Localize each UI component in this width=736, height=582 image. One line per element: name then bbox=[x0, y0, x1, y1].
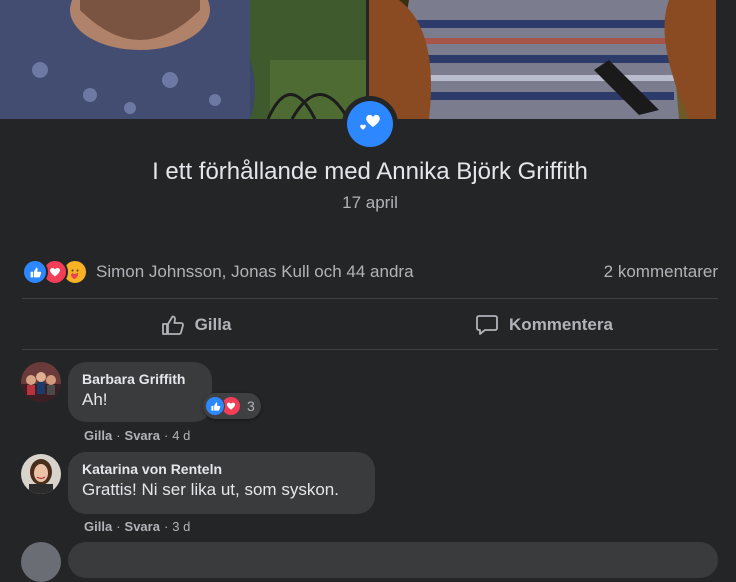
woman-photo bbox=[369, 0, 716, 119]
comment-button[interactable]: Kommentera bbox=[370, 300, 718, 349]
profile-photo-right[interactable] bbox=[369, 0, 716, 119]
comment-bubble: Barbara Griffith Ah! bbox=[68, 362, 212, 422]
comment-like-link[interactable]: Gilla bbox=[84, 519, 112, 534]
comment-reactions[interactable]: 3 bbox=[203, 393, 261, 419]
avatar-barbara bbox=[21, 362, 61, 402]
like-button-label: Gilla bbox=[194, 314, 232, 334]
comment-input[interactable] bbox=[68, 542, 718, 578]
divider-top bbox=[22, 298, 718, 299]
comment-time[interactable]: 4 d bbox=[172, 428, 190, 443]
comment-reaction-count: 3 bbox=[247, 398, 255, 414]
comment-text: Grattis! Ni ser lika ut, som syskon. bbox=[82, 480, 339, 499]
separator-dot: · bbox=[163, 428, 169, 443]
reaction-icons[interactable]: Simon Johnsson, Jonas Kull och 44 andra bbox=[22, 259, 414, 285]
comment-time[interactable]: 3 d bbox=[172, 519, 190, 534]
comment-meta: Gilla · Svara · 4 d bbox=[84, 428, 190, 443]
comment-reply-link[interactable]: Svara bbox=[125, 428, 160, 443]
comment-reply-link[interactable]: Svara bbox=[125, 519, 160, 534]
relationship-date[interactable]: 17 april bbox=[0, 193, 736, 213]
comment-button-label: Kommentera bbox=[509, 314, 613, 334]
comment-bubble: Katarina von Renteln Grattis! Ni ser lik… bbox=[68, 452, 375, 514]
avatar[interactable] bbox=[21, 454, 61, 494]
reaction-names[interactable]: Simon Johnsson, Jonas Kull och 44 andra bbox=[96, 262, 414, 282]
avatar[interactable] bbox=[21, 542, 61, 582]
relationship-title[interactable]: I ett förhållande med Annika Björk Griff… bbox=[0, 158, 736, 186]
reactions-summary: Simon Johnsson, Jonas Kull och 44 andra … bbox=[22, 258, 718, 286]
comment-like-link[interactable]: Gilla bbox=[84, 428, 112, 443]
avatar[interactable] bbox=[21, 362, 61, 402]
separator-dot: · bbox=[116, 428, 121, 443]
separator-dot: · bbox=[163, 519, 169, 534]
divider-bottom bbox=[22, 349, 718, 350]
like-icon bbox=[22, 259, 48, 285]
like-button[interactable]: Gilla bbox=[22, 300, 370, 349]
comment-bubble-icon bbox=[476, 314, 498, 335]
comment-text: Ah! bbox=[82, 390, 108, 409]
comment-count-link[interactable]: 2 kommentarer bbox=[604, 262, 718, 282]
like-icon bbox=[205, 396, 225, 416]
relationship-badge bbox=[342, 96, 398, 152]
separator-dot: · bbox=[116, 519, 121, 534]
man-photo bbox=[0, 0, 366, 119]
comment-author[interactable]: Barbara Griffith bbox=[82, 370, 200, 388]
avatar-katarina bbox=[21, 454, 61, 494]
comment-meta: Gilla · Svara · 3 d bbox=[84, 519, 190, 534]
action-bar: Gilla Kommentera bbox=[22, 300, 718, 349]
profile-photo-left[interactable] bbox=[0, 0, 366, 119]
comment-author[interactable]: Katarina von Renteln bbox=[82, 460, 363, 478]
heart-icon bbox=[347, 101, 393, 147]
thumbs-up-icon bbox=[161, 315, 184, 335]
